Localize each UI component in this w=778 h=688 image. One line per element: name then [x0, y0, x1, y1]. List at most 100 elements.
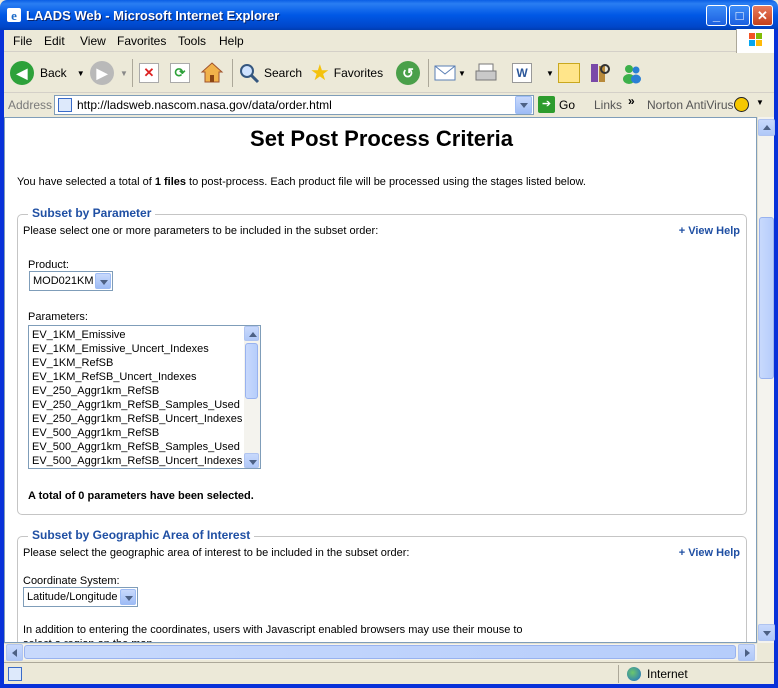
view-help-link[interactable]: + View Help	[679, 225, 740, 237]
parameter-option[interactable]: EV_1KM_RefSB_Uncert_Indexes	[32, 370, 242, 384]
go-button[interactable]: ➔ Go	[538, 96, 575, 113]
research-button[interactable]	[588, 59, 612, 87]
coordinate-system-value: Latitude/Longitude	[27, 591, 118, 603]
subset-parameter-legend: Subset by Parameter	[28, 206, 156, 220]
coordinate-system-select[interactable]: Latitude/Longitude	[23, 587, 138, 607]
menu-view[interactable]: View	[80, 34, 106, 48]
menu-favorites[interactable]: Favorites	[117, 34, 166, 48]
forward-button[interactable]: ▶ ▼	[90, 59, 128, 87]
forward-arrow-icon: ▶	[90, 61, 114, 85]
maximize-button[interactable]: □	[729, 5, 750, 26]
history-button[interactable]: ↺	[396, 59, 420, 87]
scroll-down-icon[interactable]	[244, 453, 259, 468]
home-button[interactable]	[200, 59, 224, 87]
search-icon	[240, 64, 260, 84]
chevron-right-icon[interactable]: »	[628, 94, 635, 108]
stop-button[interactable]: ✕	[139, 59, 159, 87]
subset-geographic-section: Subset by Geographic Area of Interest Pl…	[17, 528, 747, 642]
menu-help[interactable]: Help	[219, 34, 244, 48]
page-icon	[58, 98, 72, 112]
back-arrow-icon: ◀	[10, 61, 34, 85]
subset-parameter-description: Please select one or more parameters to …	[23, 225, 379, 237]
parameters-scrollbar[interactable]	[244, 326, 260, 468]
forward-dropdown-icon[interactable]: ▼	[120, 69, 128, 78]
scroll-right-icon[interactable]	[738, 644, 755, 661]
parameter-option[interactable]: EV_500_Aggr1km_RefSB_Uncert_Indexes	[32, 454, 242, 468]
page-status-icon	[8, 667, 22, 681]
favorites-button[interactable]: ★ Favorites	[310, 59, 383, 87]
search-button[interactable]: Search	[238, 59, 302, 87]
parameter-option[interactable]: EV_500_Aggr1km_RefSB	[32, 426, 242, 440]
back-dropdown-icon[interactable]: ▼	[77, 69, 85, 78]
view-help-link[interactable]: + View Help	[679, 547, 740, 559]
scrollbar-corner	[757, 643, 774, 660]
address-input[interactable]: http://ladsweb.nascom.nasa.gov/data/orde…	[54, 95, 534, 115]
refresh-button[interactable]: ⟳	[170, 59, 190, 87]
parameter-option[interactable]: EV_1KM_RefSB	[32, 356, 242, 370]
menu-edit[interactable]: Edit	[44, 34, 65, 48]
messenger-button[interactable]	[620, 59, 644, 87]
vertical-scroll-thumb[interactable]	[759, 217, 774, 379]
stop-icon: ✕	[139, 63, 159, 83]
browser-viewport: Set Post Process Criteria You have selec…	[4, 117, 757, 643]
note-icon	[558, 63, 580, 83]
parameter-option[interactable]: EV_250_Aggr1km_RefSB_Uncert_Indexes	[32, 412, 242, 426]
discuss-button[interactable]	[558, 59, 580, 87]
chevron-down-icon[interactable]	[120, 589, 136, 605]
security-zone-label: Internet	[647, 667, 688, 681]
subset-geographic-description: Please select the geographic area of int…	[23, 547, 410, 559]
edit-dropdown-icon[interactable]: ▼	[546, 69, 554, 78]
intro-prefix: You have selected a total of	[17, 176, 155, 188]
product-select[interactable]: MOD021KM	[29, 271, 113, 291]
close-button[interactable]: ✕	[752, 5, 773, 26]
status-bar: Internet	[4, 662, 774, 684]
parameter-option[interactable]: EV_500_Aggr1km_RefSB_Samples_Used	[32, 440, 242, 454]
window-title-bar[interactable]: e LAADS Web - Microsoft Internet Explore…	[0, 0, 778, 30]
menu-bar: File Edit View Favorites Tools Help	[4, 29, 774, 53]
address-url[interactable]: http://ladsweb.nascom.nasa.gov/data/orde…	[77, 98, 332, 112]
parameter-option[interactable]: EV_1KM_Emissive_Uncert_Indexes	[32, 342, 242, 356]
norton-icon[interactable]	[734, 97, 749, 112]
toolbar: ◀ Back ▼ ▶ ▼ ✕ ⟳ Search ★ Favorites ↺ ▼ …	[4, 53, 774, 93]
parameters-listbox[interactable]: EV_1KM_Emissive EV_1KM_Emissive_Uncert_In…	[28, 325, 261, 469]
chevron-down-icon[interactable]	[95, 273, 111, 289]
edit-word-button[interactable]: W ▼	[512, 59, 554, 87]
research-icon	[591, 64, 610, 82]
svg-text:e: e	[11, 8, 17, 23]
parameters-list: EV_1KM_Emissive EV_1KM_Emissive_Uncert_In…	[32, 328, 242, 468]
back-label: Back	[40, 66, 67, 80]
favorites-label: Favorites	[333, 66, 384, 80]
product-label: Product:	[28, 259, 69, 271]
menu-tools[interactable]: Tools	[178, 34, 206, 48]
norton-antivirus-toolbar[interactable]: Norton AntiVirus	[647, 98, 734, 112]
minimize-button[interactable]: _	[706, 5, 727, 26]
scroll-up-icon[interactable]	[244, 326, 259, 341]
parameter-option[interactable]: EV_250_Aggr1km_RefSB	[32, 384, 242, 398]
product-select-value: MOD021KM	[33, 275, 94, 287]
scroll-up-icon[interactable]	[758, 119, 775, 136]
links-toolbar[interactable]: Links	[594, 98, 622, 112]
security-zone[interactable]: Internet	[618, 665, 688, 683]
messenger-icon	[623, 65, 641, 84]
mail-dropdown-icon[interactable]: ▼	[458, 69, 466, 78]
norton-dropdown-icon[interactable]: ▼	[756, 98, 764, 107]
back-button[interactable]: ◀ Back ▼	[10, 59, 85, 87]
horizontal-scrollbar[interactable]	[4, 643, 757, 661]
address-dropdown-icon[interactable]	[515, 96, 532, 114]
parameters-scroll-thumb[interactable]	[245, 343, 258, 399]
menu-file[interactable]: File	[13, 34, 32, 48]
page-title: Set Post Process Criteria	[250, 126, 513, 151]
star-icon: ★	[310, 60, 330, 85]
mail-button[interactable]: ▼	[434, 59, 466, 87]
parameter-option[interactable]: EV_250_Aggr1km_RefSB_Samples_Used	[32, 398, 242, 412]
toolbar-separator	[428, 59, 429, 87]
toolbar-separator	[232, 59, 233, 87]
parameter-option[interactable]: EV_1KM_Emissive	[32, 328, 242, 342]
vertical-scrollbar[interactable]	[757, 117, 775, 643]
scroll-down-icon[interactable]	[758, 624, 775, 641]
print-button[interactable]	[474, 59, 498, 87]
horizontal-scroll-thumb[interactable]	[24, 645, 736, 659]
scroll-left-icon[interactable]	[6, 644, 23, 661]
window-title: LAADS Web - Microsoft Internet Explorer	[26, 8, 280, 23]
go-arrow-icon: ➔	[538, 96, 555, 113]
